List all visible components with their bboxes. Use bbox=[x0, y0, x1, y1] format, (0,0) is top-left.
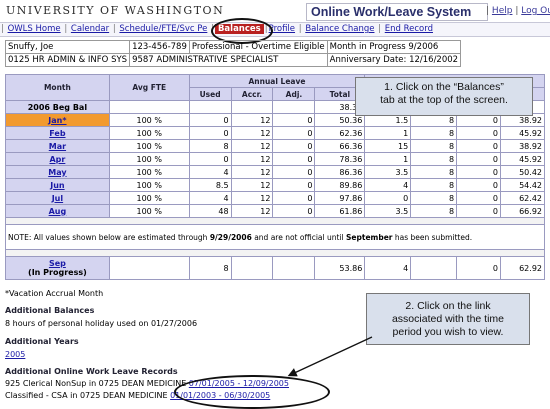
callout-arrow bbox=[287, 336, 373, 377]
arrow-line bbox=[287, 336, 373, 377]
